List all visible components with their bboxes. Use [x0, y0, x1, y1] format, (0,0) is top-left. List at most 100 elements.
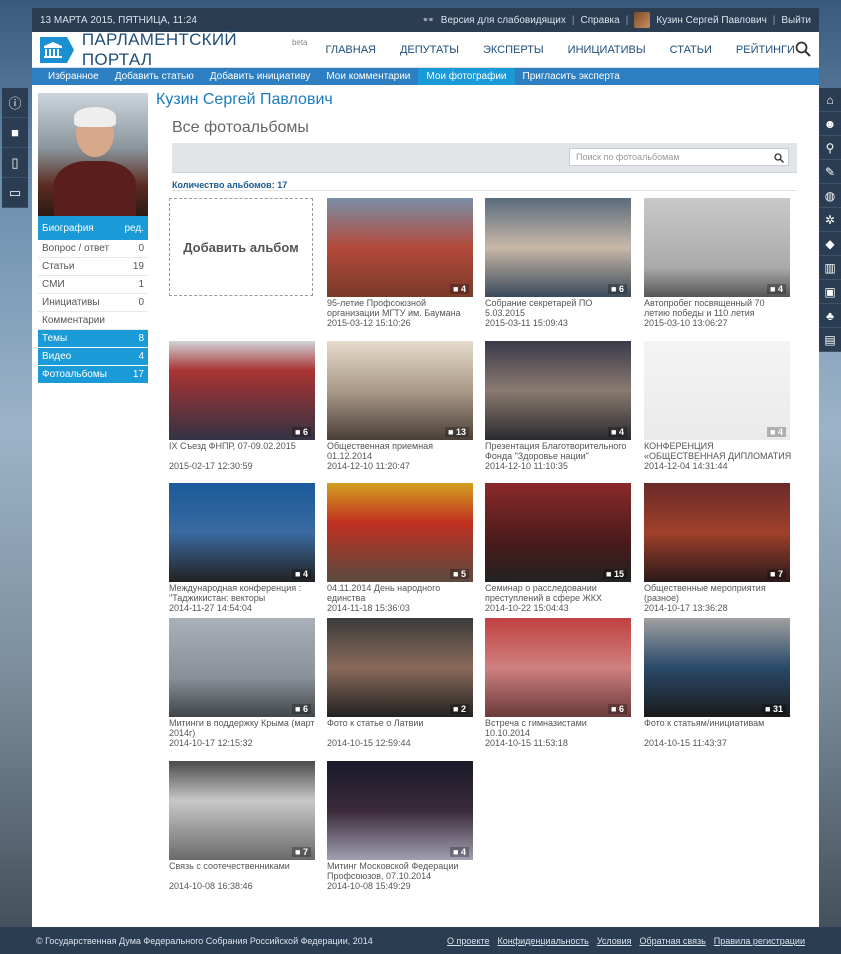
album-card[interactable]: ■ 4 Международная конференция : "Таджикис… [169, 483, 317, 613]
globe-icon[interactable]: ◍ [819, 184, 841, 208]
album-thumbnail[interactable]: ■ 15 [485, 483, 631, 582]
album-title[interactable]: Общественная приемная 01.12.2014 [327, 441, 475, 461]
album-title[interactable]: Фото к статьям/инициативам [644, 718, 792, 738]
album-thumbnail[interactable]: ■ 4 [327, 198, 473, 297]
album-thumbnail[interactable]: ■ 13 [327, 341, 473, 440]
help-link[interactable]: Справка [580, 15, 619, 26]
mobile-icon[interactable]: ▭ [2, 178, 28, 208]
info-icon[interactable]: ⓘ [2, 88, 28, 118]
album-thumbnail[interactable]: ■ 4 [327, 761, 473, 860]
book-icon[interactable]: ▯ [2, 148, 28, 178]
subnav-my-comments[interactable]: Мои комментарии [318, 68, 418, 85]
nav-experts[interactable]: ЭКСПЕРТЫ [483, 44, 544, 56]
subnav-my-photos[interactable]: Мои фотографии [418, 68, 515, 85]
user-avatar[interactable] [634, 12, 651, 28]
search-icon[interactable] [774, 152, 784, 168]
subnav-add-initiative[interactable]: Добавить инициативу [202, 68, 319, 85]
footer-link-terms[interactable]: Условия [597, 936, 632, 946]
edit-link[interactable]: ред. [124, 223, 144, 234]
album-thumbnail[interactable]: ■ 6 [485, 618, 631, 717]
album-search-input[interactable]: Поиск по фотоальбомам [569, 148, 789, 166]
profile-menu-item[interactable]: Видео 4 [38, 348, 148, 366]
chart-icon[interactable]: ▥ [819, 256, 841, 280]
subnav-add-article[interactable]: Добавить статью [107, 68, 202, 85]
album-thumbnail[interactable]: ■ 4 [485, 341, 631, 440]
album-card[interactable]: ■ 5 04.11.2014 День народного единства 201… [327, 483, 475, 613]
album-title[interactable]: Митинги в поддержку Крыма (март 2014г) [169, 718, 317, 738]
album-title[interactable]: IX Съезд ФНПР, 07-09.02.2015 [169, 441, 317, 461]
album-card[interactable]: ■ 4 Презентация Благотворительного Фонда … [485, 341, 633, 471]
album-title[interactable]: Встреча с гимназистами 10.10.2014 [485, 718, 633, 738]
album-thumbnail[interactable]: ■ 7 [644, 483, 790, 582]
album-card[interactable]: ■ 4 Автопробег посвященный 70 летию побед… [644, 198, 792, 328]
album-card[interactable]: ■ 31 Фото к статьям/инициативам 2014-10-15… [644, 618, 792, 748]
album-title[interactable]: Общественные мероприятия (разное) [644, 583, 792, 603]
album-card[interactable]: ■ 6 Собрание секретарей ПО 5.03.2015 2015-… [485, 198, 633, 328]
handshake-icon[interactable]: ✎ [819, 160, 841, 184]
album-card[interactable]: ■ 15 Семинар о расследовании преступлений… [485, 483, 633, 613]
footer-link-about[interactable]: О проекте [447, 936, 489, 946]
tree-icon[interactable]: ♣ [819, 304, 841, 328]
album-thumbnail[interactable]: ■ 5 [327, 483, 473, 582]
people-icon[interactable]: ☻ [819, 112, 841, 136]
album-title[interactable]: КОНФЕРЕНЦИЯ «ОБЩЕСТВЕННАЯ ДИПЛОМАТИЯ ЗА … [644, 441, 792, 461]
album-card[interactable]: ■ 4 95-летие Профсоюзной организации МГТУ… [327, 198, 475, 328]
comment-icon[interactable]: ▤ [819, 328, 841, 352]
album-thumbnail[interactable]: ■ 6 [169, 341, 315, 440]
portal-title[interactable]: ПАРЛАМЕНТСКИЙ ПОРТАЛ [82, 30, 288, 70]
album-thumbnail[interactable]: ■ 4 [644, 198, 790, 297]
album-card[interactable]: ■ 7 Общественные мероприятия (разное) 2014… [644, 483, 792, 613]
nav-initiatives[interactable]: ИНИЦИАТИВЫ [568, 44, 646, 56]
album-title[interactable]: Презентация Благотворительного Фонда "Зд… [485, 441, 633, 461]
shield-icon[interactable]: ◆ [819, 232, 841, 256]
album-title[interactable]: Международная конференция : "Таджикистан… [169, 583, 317, 603]
album-title[interactable]: Связь с соотечественниками [169, 861, 317, 881]
album-thumbnail[interactable]: ■ 6 [485, 198, 631, 297]
nav-home[interactable]: ГЛАВНАЯ [326, 44, 376, 56]
search-icon[interactable] [795, 41, 811, 59]
album-thumbnail[interactable]: ■ 4 [169, 483, 315, 582]
nav-articles[interactable]: СТАТЬИ [670, 44, 712, 56]
accessibility-link[interactable]: Версия для слабовидящих [441, 15, 566, 26]
footer-link-feedback[interactable]: Обратная связь [639, 936, 705, 946]
profile-menu-item[interactable]: СМИ 1 [38, 276, 148, 294]
album-title[interactable]: 04.11.2014 День народного единства [327, 583, 475, 603]
subnav-favorites[interactable]: Избранное [40, 68, 107, 85]
briefcase-icon[interactable]: ▣ [819, 280, 841, 304]
footer-link-rules[interactable]: Правила регистрации [714, 936, 805, 946]
video-icon[interactable]: ■ [2, 118, 28, 148]
album-title[interactable]: Семинар о расследовании преступлений в с… [485, 583, 633, 603]
album-thumbnail[interactable]: ■ 31 [644, 618, 790, 717]
profile-menu-item[interactable]: Темы 8 [38, 330, 148, 348]
album-thumbnail[interactable]: ■ 6 [169, 618, 315, 717]
album-title[interactable]: Митинг Московской Федерации Профсоюзов, … [327, 861, 475, 881]
album-title[interactable]: 95-летие Профсоюзной организации МГТУ им… [327, 298, 475, 318]
profile-menu-item[interactable]: Инициативы 0 [38, 294, 148, 312]
biography-label[interactable]: Биография [42, 223, 94, 234]
subnav-invite-expert[interactable]: Пригласить эксперта [515, 68, 628, 85]
album-title[interactable]: Фото к статье о Латвии [327, 718, 475, 738]
album-card[interactable]: ■ 6 IX Съезд ФНПР, 07-09.02.2015 2015-02-1… [169, 341, 317, 471]
album-card[interactable]: ■ 13 Общественная приемная 01.12.2014 2014… [327, 341, 475, 471]
profile-menu-item[interactable]: Вопрос / ответ 0 [38, 240, 148, 258]
profile-menu-item[interactable]: Фотоальбомы 17 [38, 366, 148, 384]
user-name-link[interactable]: Кузин Сергей Павлович [656, 15, 766, 26]
nav-deputies[interactable]: ДЕПУТАТЫ [400, 44, 459, 56]
settings-icon[interactable]: ✲ [819, 208, 841, 232]
biography-row[interactable]: Биография ред. [38, 216, 148, 240]
album-card[interactable]: ■ 4 КОНФЕРЕНЦИЯ «ОБЩЕСТВЕННАЯ ДИПЛОМАТИЯ … [644, 341, 792, 471]
album-title[interactable]: Собрание секретарей ПО 5.03.2015 [485, 298, 633, 318]
logout-link[interactable]: Выйти [781, 15, 811, 26]
add-album-button[interactable]: Добавить альбом [169, 198, 313, 296]
nav-ratings[interactable]: РЕЙТИНГИ [736, 44, 795, 56]
location-icon[interactable]: ⚲ [819, 136, 841, 160]
album-card[interactable]: ■ 2 Фото к статье о Латвии 2014-10-15 12:5… [327, 618, 475, 748]
profile-menu-item[interactable]: Статьи 19 [38, 258, 148, 276]
album-title[interactable]: Автопробег посвященный 70 летию победы и… [644, 298, 792, 318]
album-card[interactable]: ■ 6 Встреча с гимназистами 10.10.2014 2014… [485, 618, 633, 748]
album-thumbnail[interactable]: ■ 7 [169, 761, 315, 860]
profile-menu-item[interactable]: Комментарии [38, 312, 148, 330]
album-card[interactable]: ■ 4 Митинг Московской Федерации Профсоюзо… [327, 761, 475, 891]
album-thumbnail[interactable]: ■ 4 [644, 341, 790, 440]
album-card[interactable]: ■ 7 Связь с соотечественниками 2014-10-08 … [169, 761, 317, 891]
